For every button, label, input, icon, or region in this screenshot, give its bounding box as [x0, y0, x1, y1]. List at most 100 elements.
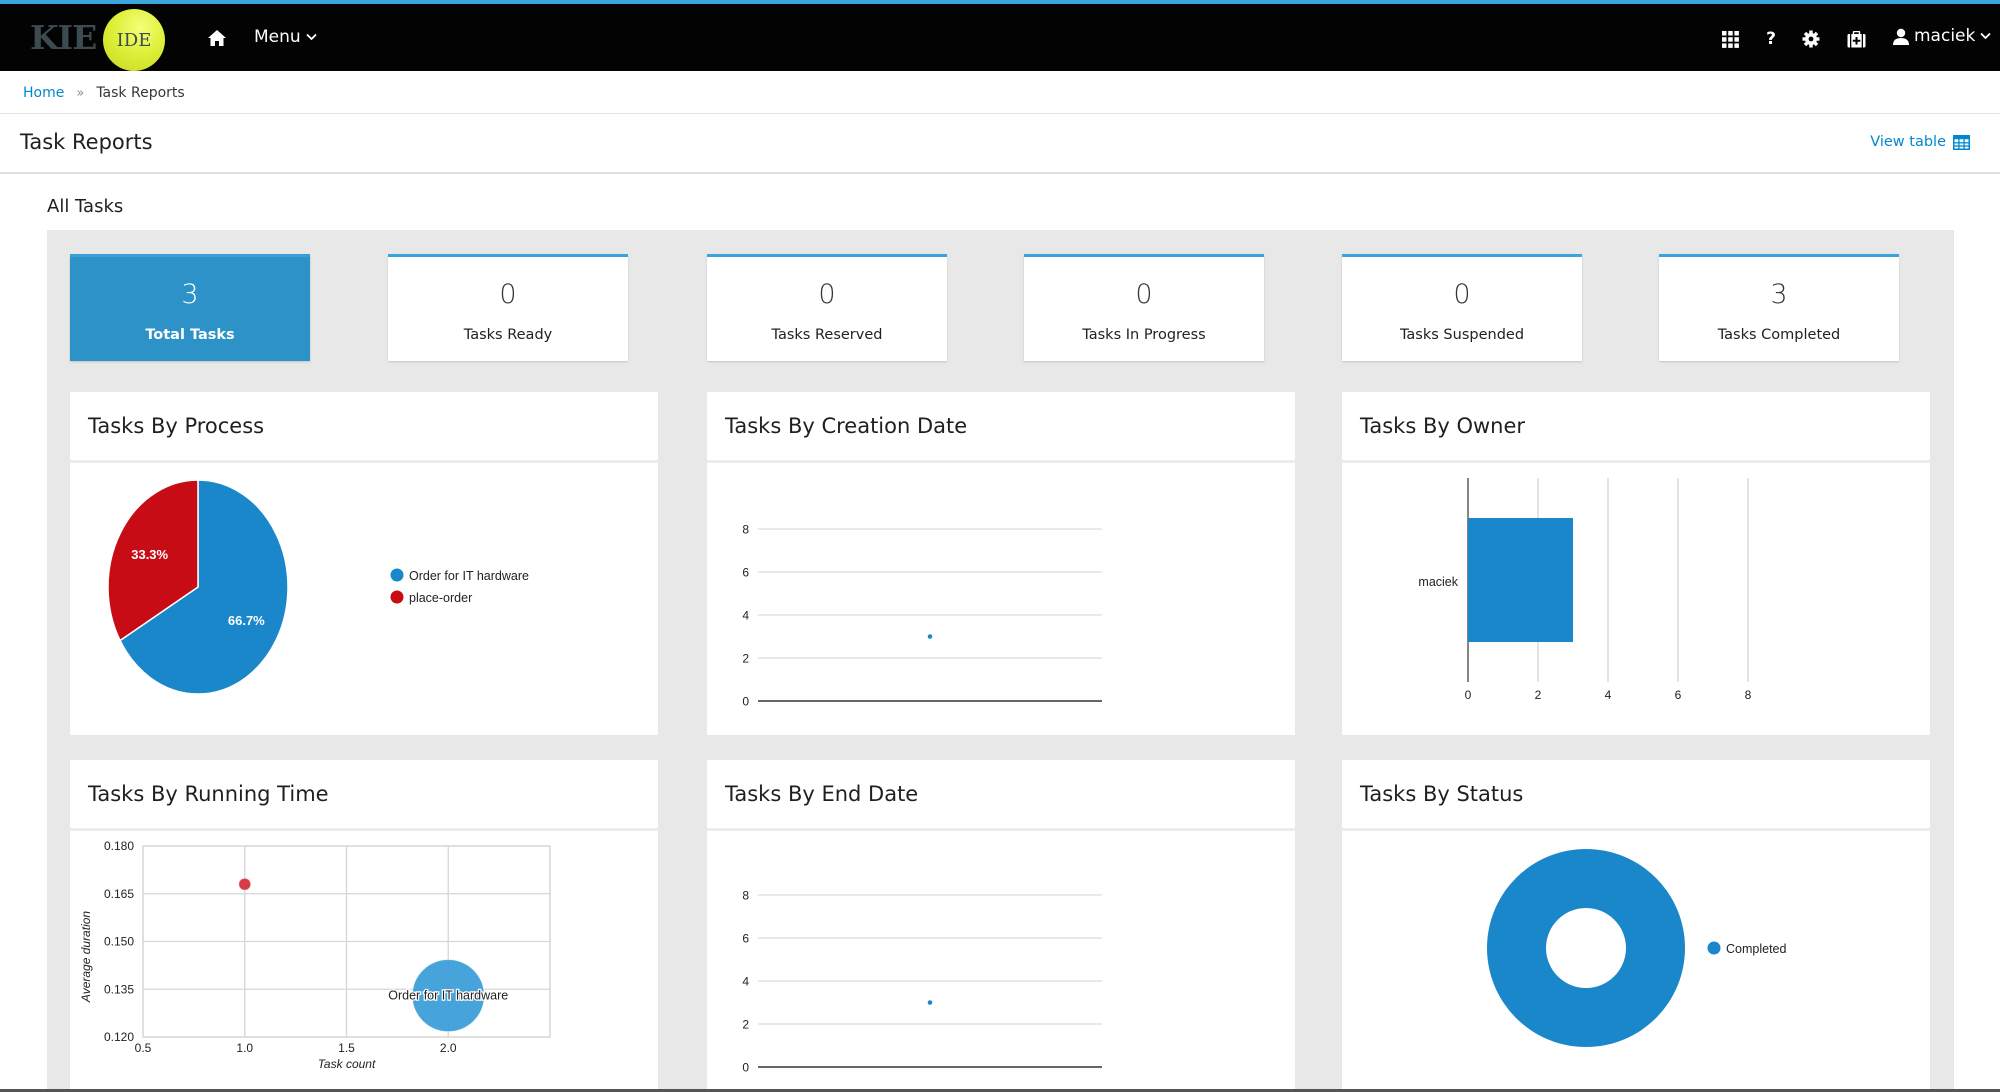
panel-title: Tasks By Owner: [1360, 414, 1526, 438]
kpi-value: 0: [1135, 279, 1153, 310]
section-title: All Tasks: [47, 196, 124, 217]
page-title: Task Reports: [20, 130, 153, 154]
bubble-label: Order for IT hardware: [388, 989, 508, 1003]
y-tick-label: 0: [742, 1061, 749, 1075]
legend-marker: [390, 568, 404, 582]
user-name: maciek: [1914, 26, 1976, 46]
help-button[interactable]: ?: [1761, 29, 1781, 49]
y-tick-label: 0.135: [104, 982, 134, 996]
y-axis-title: Average duration: [79, 911, 93, 1004]
kpi-tasks-completed[interactable]: 3 Tasks Completed: [1659, 254, 1899, 361]
y-tick-label: 2: [742, 652, 749, 666]
brand-logo-text[interactable]: KIE: [30, 18, 97, 57]
kpi-label: Tasks Reserved: [771, 327, 883, 343]
bar: [1468, 518, 1573, 642]
panel-title: Tasks By Status: [1360, 782, 1524, 806]
home-button[interactable]: [207, 28, 227, 48]
panel-tasks-by-creation-date: 0 2 4 6 8 Tasks By Creation Date: [707, 392, 1295, 735]
y-tick-label: 6: [742, 566, 749, 580]
brand-logo-badge[interactable]: IDE: [103, 9, 165, 71]
kpi-label: Total Tasks: [145, 327, 235, 343]
data-point: [927, 634, 933, 639]
apps-button[interactable]: [1720, 29, 1740, 49]
legend-label: place-order: [409, 591, 472, 605]
x-tick-label: 8: [1745, 688, 1752, 702]
panel-tasks-by-process: 66.7% 33.3% Order for IT hardware place-ord…: [70, 392, 658, 735]
help-icon: ?: [1766, 29, 1776, 49]
user-menu[interactable]: maciek: [1893, 26, 1991, 46]
x-tick-label: 0.5: [135, 1041, 152, 1055]
x-tick-label: 1.5: [338, 1041, 355, 1055]
settings-button[interactable]: [1801, 29, 1821, 49]
panel-tasks-by-status: Completed Tasks By Status: [1342, 760, 1930, 1092]
category-label: maciek: [1418, 575, 1458, 589]
kpi-total-tasks[interactable]: 3 Total Tasks: [70, 254, 310, 361]
divider: [0, 172, 2000, 174]
panel-tasks-by-end-date: 0 2 4 6 8 Tasks By End Date: [707, 760, 1295, 1092]
view-table-label: View table: [1870, 134, 1946, 150]
pie-slice-label: 66.7%: [228, 613, 265, 628]
y-tick-label: 0.180: [104, 839, 134, 853]
y-tick-label: 4: [742, 975, 749, 989]
menu-label: Menu: [254, 27, 301, 47]
medkit-button[interactable]: [1846, 29, 1866, 49]
table-icon: [1953, 134, 1970, 150]
panel-tasks-by-owner: 0 2 4 6 8 maciek Tasks By Owner: [1342, 392, 1930, 735]
legend-label: Order for IT hardware: [409, 569, 529, 583]
y-tick-label: 8: [742, 523, 749, 537]
y-tick-label: 6: [742, 932, 749, 946]
kpi-value: 3: [181, 279, 199, 310]
panel-title: Tasks By Process: [88, 414, 265, 438]
view-table-link[interactable]: View table: [1870, 134, 1970, 150]
panel-header: Tasks By End Date: [707, 760, 1295, 831]
kpi-tasks-in-progress[interactable]: 0 Tasks In Progress: [1024, 254, 1264, 361]
y-tick-label: 4: [742, 609, 749, 623]
app-root: KIE IDE Menu ? maciek Home » Task Report…: [0, 0, 2000, 1092]
panel-title: Tasks By Running Time: [88, 782, 329, 806]
divider: [0, 113, 2000, 114]
donut-slice: [1487, 849, 1685, 1047]
kpi-label: Tasks Ready: [463, 327, 553, 343]
kpi-tasks-reserved[interactable]: 0 Tasks Reserved: [707, 254, 947, 361]
kpi-label: Tasks Suspended: [1399, 327, 1525, 343]
kpi-value: 0: [818, 279, 836, 310]
y-tick-label: 0.150: [104, 935, 134, 949]
x-tick-label: 4: [1605, 688, 1612, 702]
x-tick-label: 2.0: [440, 1041, 457, 1055]
breadcrumb-home-link[interactable]: Home: [23, 85, 64, 101]
kpi-tasks-suspended[interactable]: 0 Tasks Suspended: [1342, 254, 1582, 361]
y-tick-label: 2: [742, 1018, 749, 1032]
menu-dropdown[interactable]: Menu: [254, 27, 317, 47]
kpi-label: Tasks In Progress: [1082, 327, 1206, 343]
panel-title: Tasks By Creation Date: [725, 414, 968, 438]
medkit-icon: [1847, 30, 1865, 47]
panel-header: Tasks By Creation Date: [707, 392, 1295, 463]
y-tick-label: 0.165: [104, 887, 134, 901]
top-navbar: KIE IDE Menu ? maciek: [0, 0, 2000, 71]
y-tick-label: 0: [742, 695, 749, 709]
kpi-value: 0: [1453, 279, 1471, 310]
x-tick-label: 1.0: [236, 1041, 253, 1055]
panel-header: Tasks By Process: [70, 392, 658, 463]
breadcrumb-separator: »: [76, 85, 85, 101]
y-tick-label: 0.120: [104, 1030, 134, 1044]
kpi-value: 0: [499, 279, 517, 310]
user-icon: [1893, 28, 1909, 45]
kpi-label: Tasks Completed: [1717, 327, 1841, 343]
x-axis-title: Task count: [318, 1057, 376, 1071]
data-point: [927, 1000, 933, 1005]
pie-slice-label: 33.3%: [131, 547, 168, 562]
x-tick-label: 2: [1535, 688, 1542, 702]
bubble: [238, 877, 252, 891]
panel-tasks-by-running-time: 0.5 1.0 1.5 2.0 0.120 0.135 0.150 0.165 0.180 Tas…: [70, 760, 658, 1092]
legend-label: Completed: [1726, 942, 1786, 956]
legend-marker: [390, 590, 404, 604]
kpi-value: 3: [1770, 279, 1788, 310]
kpi-tasks-ready[interactable]: 0 Tasks Ready: [388, 254, 628, 361]
panel-header: Tasks By Status: [1342, 760, 1930, 831]
legend-marker: [1707, 941, 1721, 955]
apps-grid-icon: [1721, 30, 1739, 48]
chevron-down-icon: [1980, 32, 1991, 40]
settings-gear-icon: [1802, 30, 1820, 48]
panel-title: Tasks By End Date: [725, 782, 919, 806]
